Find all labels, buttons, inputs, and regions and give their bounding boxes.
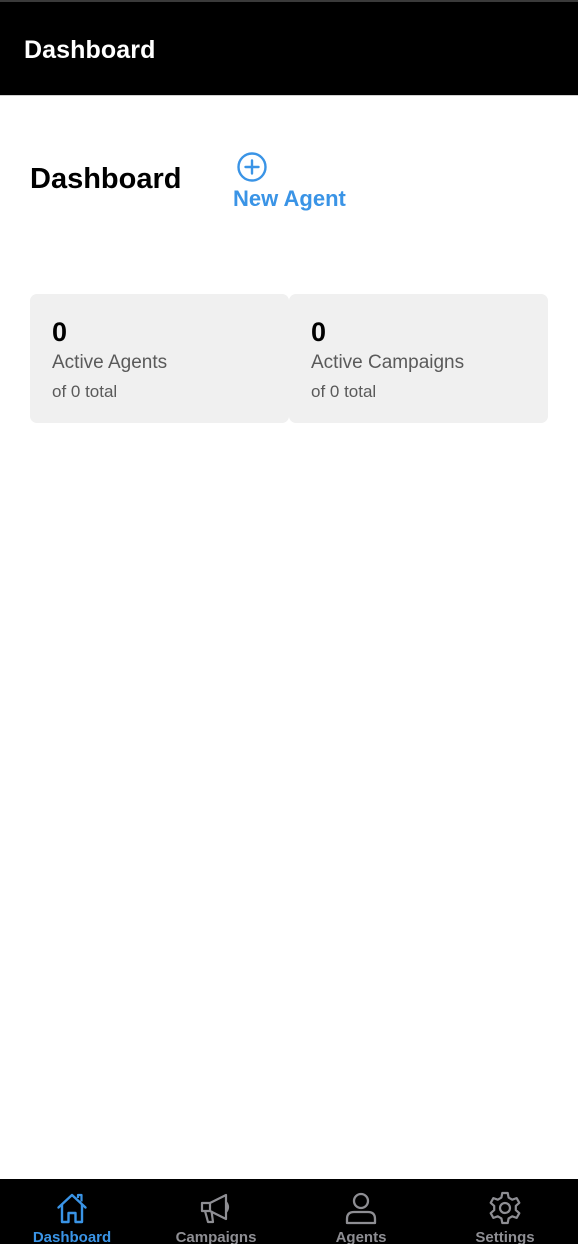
- tab-campaigns-label: Campaigns: [175, 1229, 257, 1244]
- tab-settings-label: Settings: [475, 1229, 535, 1244]
- active-agents-card: 0 Active Agents of 0 total: [30, 294, 289, 423]
- new-agent-button[interactable]: New Agent: [233, 150, 353, 216]
- active-agents-count: 0: [52, 317, 68, 347]
- bottom-tab-bar: Dashboard Campaigns Agents Settings: [0, 1179, 578, 1244]
- tab-settings[interactable]: Settings: [455, 1179, 555, 1244]
- active-campaigns-count: 0: [311, 317, 327, 347]
- app-screen: Dashboard Dashboard New Agent 0 Active A…: [0, 0, 578, 1244]
- home-icon: [57, 1193, 87, 1224]
- active-campaigns-card: 0 Active Campaigns of 0 total: [289, 294, 548, 423]
- top-navigation-bar: Dashboard: [0, 0, 578, 96]
- active-agents-label: Active Agents: [52, 352, 168, 373]
- active-campaigns-label: Active Campaigns: [311, 352, 465, 373]
- tab-dashboard-label: Dashboard: [32, 1229, 112, 1244]
- new-agent-label: New Agent: [233, 186, 346, 211]
- plus-circle-icon: [237, 152, 267, 182]
- tab-agents[interactable]: Agents: [311, 1179, 411, 1244]
- megaphone-icon: [200, 1193, 230, 1224]
- tab-dashboard[interactable]: Dashboard: [22, 1179, 122, 1244]
- tab-agents-label: Agents: [335, 1229, 387, 1244]
- gear-icon: [489, 1191, 521, 1225]
- tab-campaigns[interactable]: Campaigns: [166, 1179, 266, 1244]
- active-agents-total: of 0 total: [52, 382, 118, 401]
- header-title: Dashboard: [24, 36, 156, 64]
- person-icon: [345, 1192, 377, 1225]
- page-title: Dashboard: [30, 163, 182, 195]
- active-campaigns-total: of 0 total: [311, 382, 377, 401]
